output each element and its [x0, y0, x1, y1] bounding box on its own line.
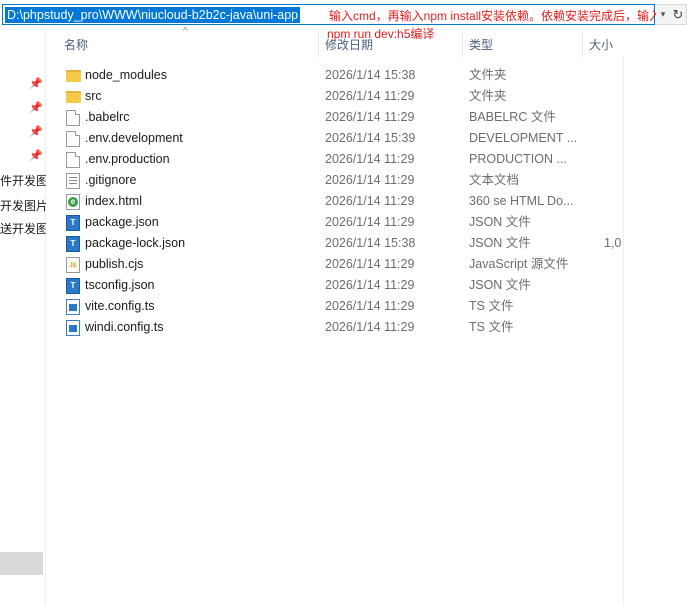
file-type: JavaScript 源文件 [469, 257, 569, 271]
typescript-file-icon: T [66, 236, 80, 252]
annotation-line-1: 输入cmd，再输入npm install安装依赖。依赖安装完成后，输入 [329, 9, 659, 23]
file-row[interactable]: node_modules 2026/1/14 15:38 文件夹 [62, 65, 622, 86]
navigation-pane: 📌 📌 📌 📌 件开发图片 开发图片 送开发图 [0, 28, 46, 606]
nav-item[interactable]: 开发图片 [0, 197, 46, 214]
file-name: .babelrc [85, 110, 130, 124]
file-type: 360 se HTML Do... [469, 194, 574, 208]
text-file-icon [66, 173, 80, 189]
file-date: 2026/1/14 11:29 [325, 152, 415, 166]
file-date: 2026/1/14 11:29 [325, 89, 415, 103]
file-name: node_modules [85, 68, 168, 82]
file-name: tsconfig.json [85, 278, 155, 292]
file-date: 2026/1/14 11:29 [325, 257, 415, 271]
file-name: publish.cjs [85, 257, 144, 271]
file-date: 2026/1/14 11:29 [325, 320, 415, 334]
column-header-size[interactable]: 大小 [589, 33, 613, 57]
file-row[interactable]: windi.config.ts 2026/1/14 11:29 TS 文件 [62, 317, 622, 338]
pin-icon[interactable]: 📌 [29, 150, 43, 162]
file-row[interactable]: T package-lock.json 2026/1/14 15:38 JSON… [62, 233, 622, 254]
file-icon [66, 152, 80, 168]
file-row[interactable]: JS publish.cjs 2026/1/14 11:29 JavaScrip… [62, 254, 622, 275]
column-divider[interactable] [582, 33, 583, 57]
address-bar: D:\phpstudy_pro\WWW\niucloud-b2b2c-java\… [0, 0, 687, 28]
column-divider[interactable] [462, 33, 463, 57]
file-date: 2026/1/14 15:38 [325, 68, 416, 82]
file-row[interactable]: .babelrc 2026/1/14 11:29 BABELRC 文件 [62, 107, 622, 128]
address-bar-buttons: ▾ ↻ [656, 4, 687, 25]
ts-file-icon [66, 299, 80, 315]
file-name: .env.production [85, 152, 170, 166]
pin-icon[interactable]: 📌 [29, 126, 43, 138]
address-path-selected[interactable]: D:\phpstudy_pro\WWW\niucloud-b2b2c-java\… [5, 7, 301, 23]
file-type: JSON 文件 [469, 236, 531, 250]
file-date: 2026/1/14 11:29 [325, 194, 415, 208]
file-type: TS 文件 [469, 299, 514, 313]
pane-divider [623, 57, 624, 606]
file-type: DEVELOPMENT ... [469, 131, 578, 145]
nav-item[interactable]: 送开发图 [0, 220, 46, 237]
file-type: PRODUCTION ... [469, 152, 567, 166]
file-icon [66, 131, 80, 147]
file-row[interactable]: src 2026/1/14 11:29 文件夹 [62, 86, 622, 107]
column-divider[interactable] [318, 33, 319, 57]
file-date: 2026/1/14 11:29 [325, 299, 415, 313]
file-name: vite.config.ts [85, 299, 155, 313]
file-type: 文件夹 [469, 68, 507, 82]
nav-item[interactable]: 件开发图片 [0, 172, 46, 189]
file-row[interactable]: T tsconfig.json 2026/1/14 11:29 JSON 文件 [62, 275, 622, 296]
ts-file-icon [66, 320, 80, 336]
file-name: windi.config.ts [85, 320, 164, 334]
refresh-icon[interactable]: ↻ [670, 5, 686, 24]
file-type: BABELRC 文件 [469, 110, 556, 124]
file-date: 2026/1/14 11:29 [325, 278, 415, 292]
folder-icon [66, 91, 81, 103]
file-name: index.html [85, 194, 142, 208]
file-date: 2026/1/14 11:29 [325, 173, 415, 187]
file-date: 2026/1/14 15:38 [325, 236, 416, 250]
file-type: JSON 文件 [469, 215, 531, 229]
address-input[interactable]: D:\phpstudy_pro\WWW\niucloud-b2b2c-java\… [2, 4, 659, 25]
folder-icon [66, 70, 81, 82]
pin-icon[interactable]: 📌 [29, 102, 43, 114]
typescript-file-icon: T [66, 278, 80, 294]
file-row[interactable]: T package.json 2026/1/14 11:29 JSON 文件 [62, 212, 622, 233]
pin-icon[interactable]: 📌 [29, 78, 43, 90]
file-date: 2026/1/14 15:39 [325, 131, 416, 145]
column-header-date[interactable]: 修改日期 [325, 33, 373, 57]
file-name: package.json [85, 215, 159, 229]
file-type: 文件夹 [469, 89, 507, 103]
html-file-icon: e [66, 194, 80, 210]
file-type: JSON 文件 [469, 278, 531, 292]
typescript-file-icon: T [66, 215, 80, 231]
file-row[interactable]: .env.development 2026/1/14 15:39 DEVELOP… [62, 128, 622, 149]
file-name: package-lock.json [85, 236, 186, 250]
chevron-down-icon[interactable]: ▾ [656, 5, 670, 24]
file-date: 2026/1/14 11:29 [325, 110, 415, 124]
sort-ascending-icon: ^ [183, 26, 188, 37]
file-icon [66, 110, 80, 126]
nav-item-selected[interactable] [0, 552, 43, 575]
column-header-name[interactable]: 名称 [64, 33, 88, 57]
file-row[interactable]: .env.production 2026/1/14 11:29 PRODUCTI… [62, 149, 622, 170]
file-type: 文本文档 [469, 173, 520, 187]
javascript-file-icon: JS [66, 257, 80, 273]
file-name: src [85, 89, 102, 103]
file-row[interactable]: e index.html 2026/1/14 11:29 360 se HTML… [62, 191, 622, 212]
file-name: .env.development [85, 131, 183, 145]
column-header-type[interactable]: 类型 [469, 33, 493, 57]
file-row[interactable]: vite.config.ts 2026/1/14 11:29 TS 文件 [62, 296, 622, 317]
file-name: .gitignore [85, 173, 137, 187]
file-type: TS 文件 [469, 320, 514, 334]
file-size: 1,0 [604, 236, 622, 250]
file-date: 2026/1/14 11:29 [325, 215, 415, 229]
file-row[interactable]: .gitignore 2026/1/14 11:29 文本文档 [62, 170, 622, 191]
